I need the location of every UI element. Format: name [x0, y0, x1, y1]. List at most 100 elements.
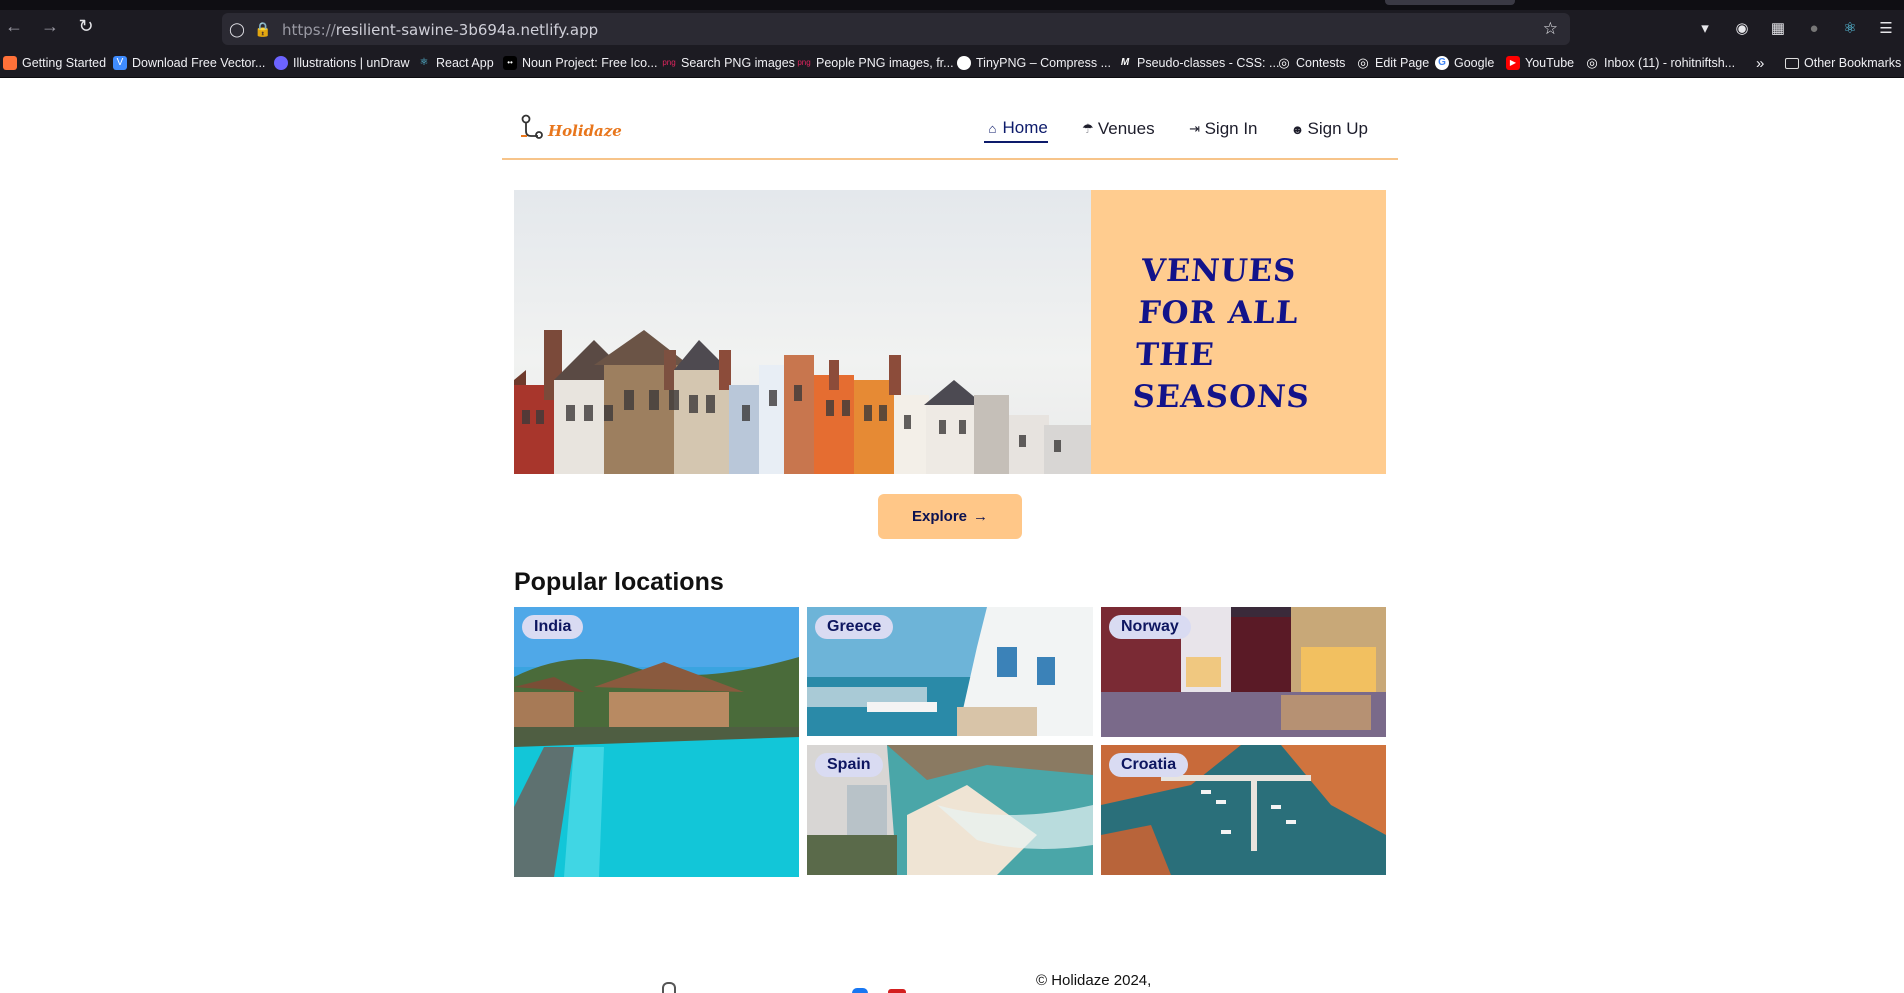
bookmark-item[interactable]: Illustrations | unDraw — [274, 54, 410, 72]
bookmarks-bar: Getting Started V Download Free Vector...… — [0, 46, 1904, 78]
bookmark-label: Search PNG images — [681, 56, 795, 70]
arrow-right-icon: → — [973, 508, 989, 525]
location-label: India — [522, 615, 584, 639]
bookmark-label: TinyPNG – Compress ... — [976, 56, 1111, 70]
nav-venues[interactable]: ☂ Venues — [1080, 118, 1155, 143]
url-host: resilient-sawine-3b694a.netlify.app — [335, 21, 599, 39]
youtube-footer-icon[interactable] — [888, 989, 906, 993]
browser-tab[interactable] — [1385, 0, 1515, 5]
bookmark-item[interactable]: •• Noun Project: Free Ico... — [503, 54, 657, 72]
bookmark-item[interactable]: M Pseudo-classes - CSS: ... — [1118, 54, 1280, 72]
react-icon: ⚛ — [419, 57, 429, 68]
bookmark-item[interactable]: ◎ Edit Page — [1356, 54, 1429, 72]
nav-sign-up-label: Sign Up — [1307, 119, 1368, 138]
bookmark-label: React App — [436, 56, 494, 70]
lock-icon[interactable]: 🔒 — [254, 20, 272, 38]
popular-locations-title: Popular locations — [514, 568, 724, 596]
explore-label: Explore — [911, 508, 968, 525]
globe-icon: ◎ — [1278, 55, 1290, 70]
youtube-icon: ▶ — [1506, 56, 1520, 70]
location-label: Norway — [1109, 615, 1191, 639]
bookmark-item[interactable]: V Download Free Vector... — [113, 54, 265, 72]
sync-icon[interactable]: ● — [1804, 19, 1824, 39]
hero-panel: Venues for all the seasons — [1091, 190, 1386, 474]
footer-copyright: © Holidaze 2024, — [1036, 972, 1152, 989]
footer-logo-icon — [662, 982, 676, 993]
other-bookmarks[interactable]: Other Bookmarks — [1785, 54, 1901, 72]
reload-icon[interactable]: ↻ — [76, 16, 96, 36]
folder-icon — [1785, 57, 1799, 69]
bookmark-label: People PNG images, fr... — [816, 56, 954, 70]
location-card-greece[interactable]: Greece — [807, 607, 1093, 736]
bookmark-star-icon[interactable]: ☆ — [1543, 19, 1558, 39]
hero-banner: Venues for all the seasons — [514, 190, 1386, 474]
bookmark-item[interactable]: ⚛ React App — [417, 54, 494, 72]
menu-icon[interactable]: ☰ — [1876, 19, 1896, 39]
bookmark-label: Noun Project: Free Ico... — [522, 56, 658, 70]
react-devtools-icon[interactable]: ⚛ — [1840, 19, 1860, 39]
tab-strip — [0, 0, 1904, 10]
google-icon: G — [1435, 56, 1449, 70]
tinypng-icon — [957, 56, 971, 70]
pool-villa-photo — [514, 607, 799, 877]
bookmark-item[interactable]: Getting Started — [3, 54, 106, 72]
undraw-icon — [274, 56, 288, 70]
bookmark-label: YouTube — [1525, 56, 1575, 70]
address-bar[interactable]: ◯ 🔒 https://resilient-sawine-3b694a.netl… — [222, 13, 1570, 45]
logo-icon — [521, 114, 543, 139]
bookmarks-overflow-icon[interactable]: » — [1756, 54, 1764, 72]
home-icon: ⌂ — [988, 120, 997, 136]
png-icon: png — [662, 58, 676, 67]
bookmark-item[interactable]: ◎ Contests — [1277, 54, 1345, 72]
location-card-india[interactable]: India — [514, 607, 799, 877]
extensions-icon[interactable]: ▦ — [1768, 19, 1788, 39]
nav-sign-in[interactable]: ⇥ Sign In — [1187, 118, 1257, 143]
location-card-spain[interactable]: Spain — [807, 745, 1093, 875]
other-bookmarks-label: Other Bookmarks — [1804, 56, 1902, 70]
url-scheme: https:// — [282, 21, 336, 39]
nav-sign-up[interactable]: ☻ Sign Up — [1290, 118, 1368, 143]
bookmark-label: Getting Started — [22, 56, 107, 70]
bookmark-item[interactable]: png Search PNG images — [662, 54, 795, 72]
forward-icon[interactable]: → — [40, 16, 60, 36]
location-label: Greece — [815, 615, 894, 639]
pocket-icon[interactable]: ▾ — [1695, 19, 1715, 39]
nav-venues-label: Venues — [1097, 119, 1155, 138]
bookmark-label: Pseudo-classes - CSS: ... — [1137, 56, 1280, 70]
site-logo[interactable]: Holidaze — [518, 114, 622, 142]
beach-umbrella-icon: ☂ — [1082, 121, 1094, 136]
bookmark-label: Edit Page — [1375, 56, 1430, 70]
logo-text: Holidaze — [548, 122, 622, 140]
bookmark-label: Google — [1454, 56, 1495, 70]
nav-home-label: Home — [1002, 118, 1048, 137]
account-icon[interactable]: ◉ — [1732, 19, 1752, 39]
sign-in-icon: ⇥ — [1189, 121, 1201, 136]
main-nav: ⌂ Home ☂ Venues ⇥ Sign In ☻ Sign Up — [984, 118, 1368, 143]
mdn-icon: M — [1120, 57, 1130, 68]
location-card-norway[interactable]: Norway — [1101, 607, 1386, 737]
bookmark-label: Download Free Vector... — [132, 56, 266, 70]
bookmark-item[interactable]: png People PNG images, fr... — [797, 54, 954, 72]
explore-button[interactable]: Explore → — [878, 494, 1022, 539]
bookmark-label: Illustrations | unDraw — [293, 56, 410, 70]
back-icon[interactable]: ← — [4, 16, 24, 36]
firefox-icon — [3, 56, 17, 70]
hero-image — [514, 190, 1091, 474]
nav-home[interactable]: ⌂ Home — [984, 118, 1048, 143]
vecteezy-icon: V — [113, 56, 127, 70]
bookmark-item[interactable]: G Google — [1435, 54, 1494, 72]
bookmark-label: Inbox (11) - rohitniftsh... — [1604, 56, 1736, 70]
shield-icon[interactable]: ◯ — [228, 20, 246, 38]
url-text[interactable]: https://resilient-sawine-3b694a.netlify.… — [282, 21, 598, 39]
site-header: Holidaze ⌂ Home ☂ Venues ⇥ Sign In ☻ Sign Up — [502, 100, 1398, 160]
location-label: Croatia — [1109, 753, 1189, 777]
bookmark-item[interactable]: ◎ Inbox (11) - rohitniftsh... — [1585, 54, 1735, 72]
facebook-icon[interactable] — [852, 988, 868, 993]
bookmark-label: Contests — [1296, 56, 1346, 70]
add-user-icon: ☻ — [1290, 121, 1305, 137]
bookmark-item[interactable]: TinyPNG – Compress ... — [957, 54, 1111, 72]
hero-title: Venues for all the seasons — [1131, 253, 1312, 415]
location-card-croatia[interactable]: Croatia — [1101, 745, 1386, 875]
bookmark-item[interactable]: ▶ YouTube — [1506, 54, 1574, 72]
townhouses-illustration — [514, 190, 1091, 474]
